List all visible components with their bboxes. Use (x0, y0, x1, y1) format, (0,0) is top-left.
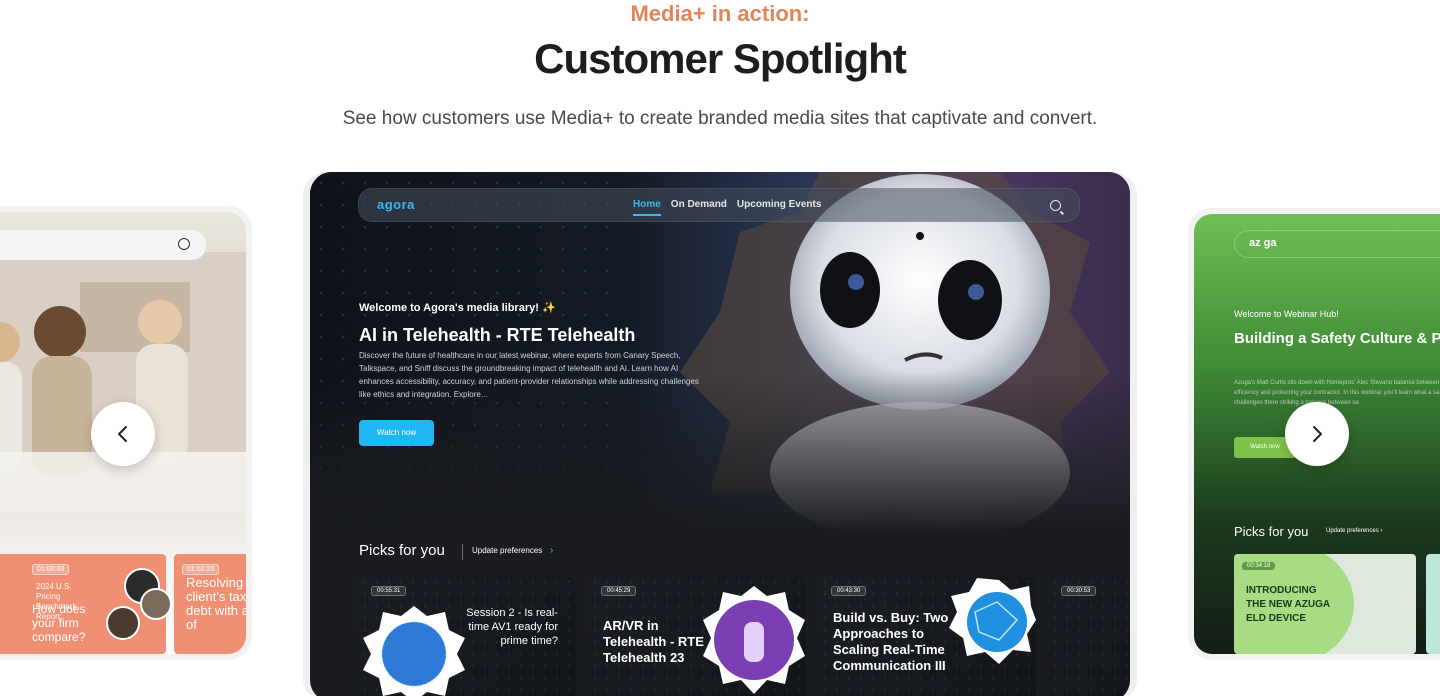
left-tile-2[interactable]: 01:02:20 Resolving the client's tax debt… (174, 554, 246, 654)
tile-duration: 01:00:00 (32, 564, 70, 575)
left-search-bar[interactable] (0, 230, 206, 260)
section-subtitle: See how customers use Media+ to create b… (342, 108, 1098, 129)
search-icon[interactable] (1050, 200, 1061, 211)
right-update-link[interactable]: Update preferences › (1326, 528, 1382, 534)
chevron-left-icon (118, 426, 127, 442)
tile-duration: 00:30:53 (1061, 586, 1097, 596)
pick-tile-2[interactable]: 00:45:29 AR/VR in Telehealth - RTE Teleh… (589, 576, 806, 696)
watch-now-button[interactable]: Watch now (359, 420, 434, 446)
nav-links: Home On Demand Upcoming Events (633, 199, 821, 216)
tile-duration: 00:34:18 (1242, 562, 1276, 570)
nav-upcoming-events[interactable]: Upcoming Events (737, 199, 821, 210)
pick-tile-3[interactable]: 00:43:30 Build vs. Buy: Two Approaches t… (819, 576, 1036, 696)
search-icon[interactable] (178, 238, 190, 250)
hero-welcome: Welcome to Agora's media library! ✨ (359, 302, 556, 314)
vr-graphic (703, 586, 805, 694)
left-tile-1[interactable]: 01:00:00 2024 U.S. Pricing Benchmark Rep… (0, 554, 172, 654)
tile-title: How does your firm compare? (32, 602, 86, 644)
speaker-avatar (106, 606, 140, 640)
tile-title: Resolving the client's tax debt with an … (186, 575, 246, 632)
right-tile-2[interactable] (1426, 554, 1440, 654)
tile-title: Build vs. Buy: Two Approaches to Scaling… (833, 610, 949, 673)
tile-title: INTRODUCING THE NEW AZUGA ELD DEVICE (1246, 585, 1330, 624)
chevron-right-icon (1313, 426, 1322, 442)
hero-title: AI in Telehealth - RTE Telehealth (359, 325, 636, 345)
section-title: Customer Spotlight (534, 35, 907, 82)
tile-title: Session 2 - Is real-time AV1 ready for p… (466, 607, 558, 647)
azuga-logo[interactable]: az ga (1249, 237, 1277, 249)
right-navbar: az ga (1234, 230, 1440, 258)
right-picks-title: Picks for you (1234, 524, 1309, 539)
update-preferences-link[interactable]: Update preferences (472, 546, 542, 555)
carousel-next-button[interactable] (1285, 402, 1349, 466)
right-welcome: Welcome to Webinar Hub! (1234, 309, 1339, 319)
nav-home[interactable]: Home (633, 199, 661, 216)
tile-duration: 00:45:29 (601, 586, 637, 596)
picks-divider (462, 544, 463, 560)
tile-title: AR/VR in Telehealth - RTE Telehealth 23 (603, 618, 704, 665)
carousel-card-main[interactable]: agora Home On Demand Upcoming Events Wel… (310, 172, 1130, 696)
carousel-prev-button[interactable] (91, 402, 155, 466)
customer-spotlight-section: Media+ in action: Customer Spotlight See… (0, 0, 1440, 696)
main-navbar: agora Home On Demand Upcoming Events (358, 188, 1080, 222)
speaker-avatar (140, 588, 172, 620)
chevron-right-icon[interactable]: › (550, 545, 553, 556)
pick-tile-1[interactable]: 00:55:31 Session 2 - Is real-time AV1 re… (359, 576, 576, 696)
nav-on-demand[interactable]: On Demand (671, 199, 727, 210)
hero-description: Discover the future of healthcare in our… (359, 351, 699, 399)
picks-title: Picks for you (359, 542, 445, 559)
right-hero-title: Building a Safety Culture & Pr Your Flee… (1234, 330, 1440, 347)
section-eyebrow: Media+ in action: (630, 1, 810, 26)
tile-duration: 01:02:20 (182, 564, 220, 575)
right-tile-1[interactable]: 00:34:18 INTRODUCING THE NEW AZUGA ELD D… (1234, 554, 1416, 654)
agora-logo[interactable]: agora (377, 197, 415, 212)
pick-tile-4[interactable]: 00:30:53 (1049, 576, 1130, 696)
right-hero-desc: Azuga's Matt Curtis sits down with Homep… (1234, 380, 1440, 406)
tile-duration: 00:55:31 (371, 586, 407, 596)
team-celebration-image (0, 252, 246, 512)
tile-duration: 00:43:30 (831, 586, 867, 596)
